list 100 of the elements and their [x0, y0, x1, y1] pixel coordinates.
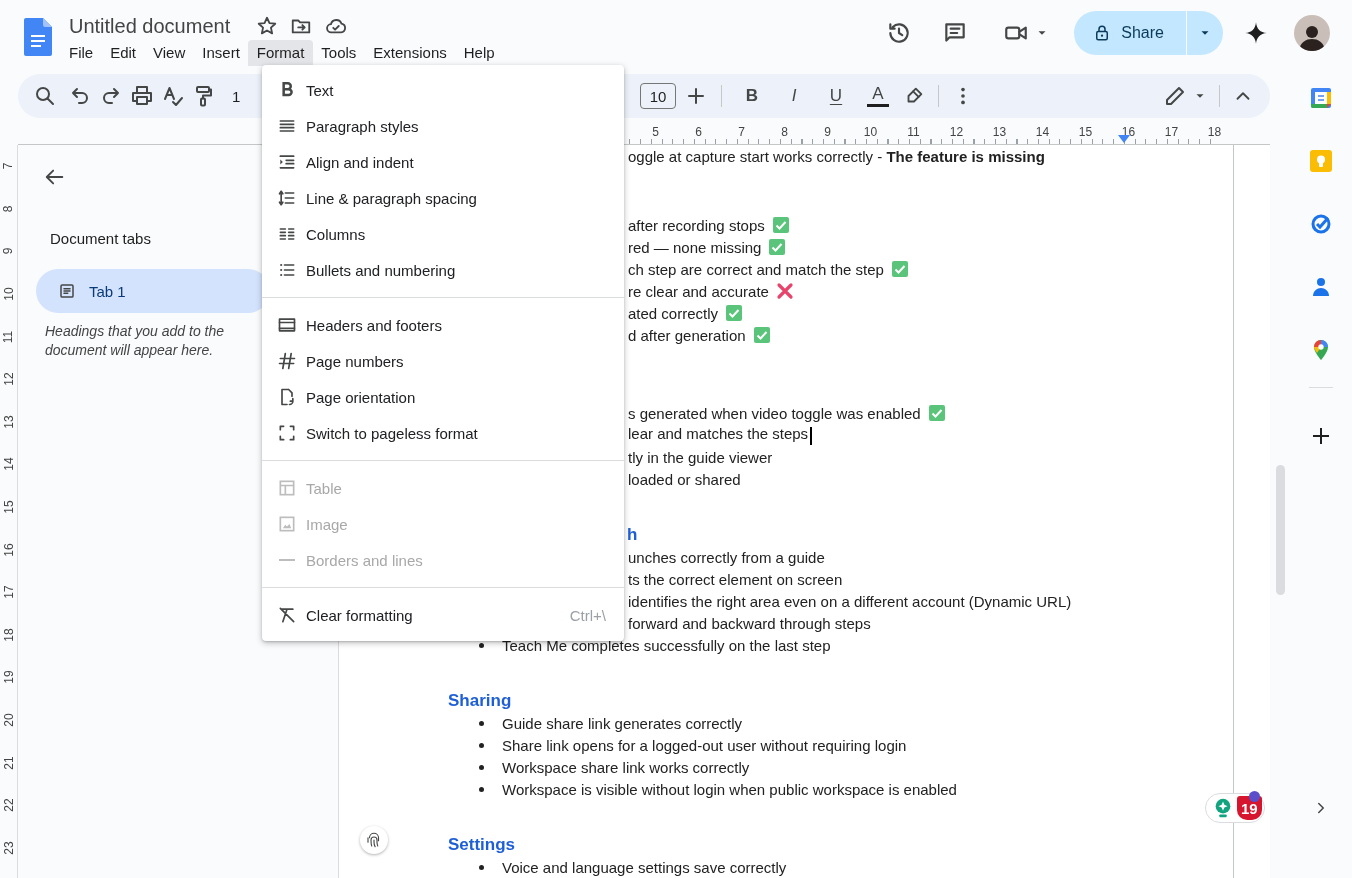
menu-item[interactable]: Line & paragraph spacing: [262, 180, 624, 216]
menu-item[interactable]: Align and indent: [262, 144, 624, 180]
font-size-field[interactable]: 10: [640, 83, 676, 109]
pencil-icon[interactable]: [1163, 84, 1187, 108]
list-item-text: re clear and accurate: [628, 282, 769, 300]
image-icon: [277, 514, 297, 534]
ruler-number: 14: [1034, 125, 1051, 139]
ruler-number: 7: [1, 162, 16, 170]
list-item-text: ch step are correct and match the step: [628, 260, 884, 278]
ruler-number: 15: [1077, 125, 1094, 139]
line-spacing-icon: [277, 188, 297, 208]
header-footer-icon: [277, 315, 297, 335]
list-item-text: ated correctly: [628, 304, 719, 322]
list-item-text: lear and matches the steps: [628, 425, 813, 445]
menu-bar-item[interactable]: Insert: [193, 40, 249, 66]
ruler-number: 19: [1, 670, 16, 685]
ruler-number: 16: [1, 542, 16, 557]
menu-bar-item[interactable]: Tools: [312, 40, 365, 66]
tasks-icon[interactable]: [1309, 212, 1333, 236]
star-icon[interactable]: [256, 15, 279, 37]
menu-bar-item[interactable]: Extensions: [364, 40, 456, 66]
menu-bar-item[interactable]: View: [144, 40, 194, 66]
sidebar-title: Document tabs: [50, 230, 151, 248]
table-icon: [277, 478, 297, 498]
docs-logo-icon[interactable]: [24, 18, 52, 56]
notification-dot: [1249, 791, 1260, 802]
scrollbar-thumb[interactable]: [1276, 465, 1285, 595]
menu-bar-item[interactable]: Help: [455, 40, 504, 66]
ruler-number: 14: [1, 457, 16, 472]
list-item-text: s generated when video toggle was enabled: [628, 404, 921, 422]
bullet-icon: [479, 764, 484, 770]
ruler-number: 8: [1, 205, 16, 213]
hint-text: Headings that you add to the document will appear here.: [45, 322, 226, 360]
calendar-icon[interactable]: [1309, 86, 1333, 110]
ruler-number: 10: [862, 125, 879, 139]
ruler-number: 8: [780, 125, 789, 139]
ruler-number: 17: [1, 585, 16, 599]
spellcheck-icon[interactable]: [161, 84, 185, 108]
list-item-text: d after generation: [628, 326, 746, 344]
search-icon[interactable]: [33, 84, 57, 108]
addon-badge[interactable]: 19: [1205, 793, 1265, 823]
ruler-number: 9: [1, 248, 16, 255]
print-icon[interactable]: [130, 84, 154, 108]
list-item-text: Voice and language settings save correctly: [502, 858, 787, 876]
count-badge: 19: [1237, 796, 1262, 820]
check-mark-icon: [890, 260, 909, 278]
ruler-number: 18: [1206, 125, 1223, 139]
underline-button[interactable]: U: [825, 86, 847, 106]
shortcut-text: Ctrl+\: [569, 606, 606, 624]
ruler-number: 23: [1, 841, 16, 855]
menu-item[interactable]: Text: [262, 72, 624, 108]
menu-item[interactable]: Clear formatting Ctrl+\: [262, 597, 624, 633]
ruler-number: 10: [1, 287, 16, 301]
list-item-text: forward and backward through steps: [628, 614, 871, 632]
list-item-text: after recording stops: [628, 216, 765, 234]
menu-item[interactable]: Page orientation: [262, 379, 624, 415]
ruler-number: 13: [991, 125, 1008, 139]
indent-icon: [277, 152, 297, 172]
list-item-text: identifies the right area even on a different account (Dynamic URL): [628, 592, 1072, 610]
list-item-text: tly in the guide viewer: [628, 448, 773, 466]
indent-marker-icon[interactable]: [1118, 135, 1130, 143]
bullet-icon: [479, 742, 484, 748]
list-item-text: red — none missing: [628, 238, 762, 256]
check-mark-icon: [768, 238, 787, 256]
document-title[interactable]: Untitled document: [69, 14, 231, 38]
ruler-number: 12: [1, 372, 16, 386]
ruler-number: 11: [1, 330, 16, 343]
bold-button[interactable]: B: [741, 86, 763, 106]
section-heading: h: [627, 525, 638, 545]
menu-bar-item[interactable]: File: [60, 40, 102, 66]
menu-item[interactable]: Paragraph styles: [262, 108, 624, 144]
list-item-text: loaded or shared: [628, 470, 741, 488]
ruler-number: 20: [1, 713, 16, 727]
section-heading: Sharing: [448, 691, 512, 711]
bullet-icon: [479, 864, 484, 870]
list-item-text: Workspace is visible without login when public workspace is enabled: [502, 780, 957, 798]
menu-item[interactable]: Columns: [262, 216, 624, 252]
list-item-text: Workspace share link works correctly: [502, 758, 750, 776]
ruler-number: 21: [1, 755, 16, 770]
hash-icon: [277, 351, 297, 371]
ruler-number: 22: [1, 798, 16, 812]
ruler-number: 11: [906, 125, 921, 139]
italic-button[interactable]: I: [783, 86, 805, 106]
text-color-button[interactable]: A: [867, 85, 889, 107]
menu-item[interactable]: Page numbers: [262, 343, 624, 379]
user-avatar[interactable]: [1294, 15, 1330, 51]
menu-bar-item[interactable]: Edit: [101, 40, 145, 66]
section-heading: Settings: [448, 835, 516, 855]
menu-item[interactable]: Switch to pageless format: [262, 415, 624, 451]
ruler-number: 7: [737, 125, 746, 139]
ruler-number: 17: [1163, 125, 1180, 139]
line-icon: [279, 559, 295, 561]
cross-mark-icon: [775, 282, 794, 300]
clear-format-icon: [277, 605, 297, 625]
zoom-select[interactable]: 1: [232, 87, 241, 105]
ruler-number: 5: [651, 125, 660, 139]
check-mark-icon: [771, 216, 790, 234]
menu-bar-item[interactable]: Format: [248, 40, 313, 66]
ruler-number: 12: [948, 125, 965, 139]
share-button[interactable]: Share: [1074, 11, 1186, 55]
